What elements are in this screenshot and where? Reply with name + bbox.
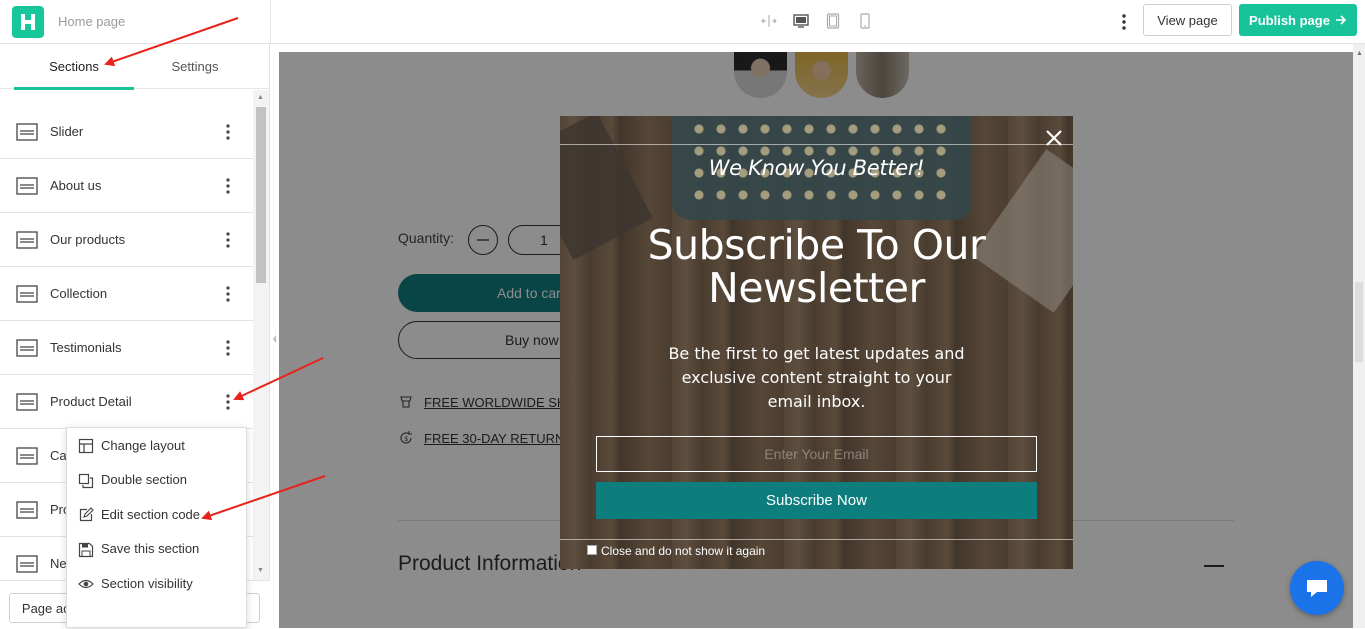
section-item-testimonials[interactable]: Testimonials <box>0 321 253 375</box>
section-label: Our products <box>50 232 126 247</box>
section-menu-icon[interactable] <box>220 337 236 359</box>
scroll-up-arrow[interactable]: ▲ <box>257 94 264 101</box>
save-icon <box>78 542 94 557</box>
section-icon <box>16 177 38 195</box>
section-item-our-products[interactable]: Our products <box>0 213 253 267</box>
menu-item-section-visibility[interactable]: Section visibility <box>67 566 246 601</box>
section-item-product-detail[interactable]: Product Detail <box>0 375 253 429</box>
publish-label: Publish page <box>1249 12 1330 28</box>
chat-icon <box>1307 580 1327 597</box>
scrollbar-thumb[interactable] <box>256 107 266 283</box>
canvas-scrollbar[interactable]: ▲ <box>1353 44 1365 628</box>
layout-icon <box>78 438 94 454</box>
resize-icon[interactable] <box>760 12 778 30</box>
section-menu-icon[interactable] <box>220 121 236 143</box>
view-page-button[interactable]: View page <box>1143 4 1232 36</box>
section-label: Slider <box>50 124 84 139</box>
dont-show-again-label[interactable]: Close and do not show it again <box>601 544 765 558</box>
section-icon <box>16 231 38 249</box>
section-icon <box>16 501 38 519</box>
eye-icon <box>78 579 94 589</box>
app-logo[interactable] <box>12 6 44 38</box>
tab-settings[interactable]: Settings <box>135 44 255 89</box>
section-item-about-us[interactable]: About us <box>0 159 253 213</box>
left-panel: Sections Settings ▲ ▼ Slider About us Ou… <box>0 44 270 628</box>
subscribe-button[interactable]: Subscribe Now <box>596 482 1037 519</box>
menu-item-label: Save this section <box>101 541 200 557</box>
more-options-icon[interactable] <box>1114 10 1134 34</box>
menu-item-edit-section-code[interactable]: Edit section code <box>67 497 246 532</box>
scroll-down-arrow[interactable]: ▼ <box>257 567 264 574</box>
menu-item-label: Double section <box>101 472 187 488</box>
section-menu-icon[interactable] <box>220 283 236 305</box>
section-icon <box>16 393 38 411</box>
section-label: Ne <box>50 556 67 571</box>
popup-description: Be the first to get latest updates and e… <box>668 344 965 411</box>
duplicate-icon <box>78 473 94 488</box>
section-menu-icon[interactable] <box>220 391 236 413</box>
menu-item-double-section[interactable]: Double section <box>67 463 246 498</box>
email-field[interactable] <box>596 436 1037 472</box>
section-icon <box>16 447 38 465</box>
menu-item-label: Change layout <box>101 437 185 453</box>
tab-sections[interactable]: Sections <box>14 44 134 90</box>
menu-item-label: Section visibility <box>101 575 193 591</box>
page-name[interactable]: Home page <box>58 14 125 29</box>
menu-item-change-layout[interactable]: Change layout <box>67 428 246 463</box>
tablet-icon[interactable] <box>824 12 842 30</box>
top-bar: Home page View page Publish page <box>0 0 1365 44</box>
scroll-up-arrow[interactable]: ▲ <box>1356 50 1363 57</box>
section-label: Product Detail <box>50 394 132 409</box>
desktop-icon[interactable] <box>792 12 810 30</box>
section-label: Testimonials <box>50 340 122 355</box>
logo-icon <box>21 14 35 30</box>
menu-item-save-section[interactable]: Save this section <box>67 532 246 567</box>
section-menu-icon[interactable] <box>220 229 236 251</box>
section-context-menu: Change layout Double section Edit sectio… <box>66 427 247 628</box>
section-menu-icon[interactable] <box>220 175 236 197</box>
section-label: Collection <box>50 286 108 301</box>
section-icon <box>16 123 38 141</box>
panel-collapse-toggle[interactable] <box>270 325 279 353</box>
section-icon <box>16 339 38 357</box>
arrow-right-icon <box>1335 15 1347 25</box>
popup-tagline: We Know You Better! <box>708 156 925 180</box>
divider <box>270 0 271 44</box>
newsletter-popup: We Know You Better! Subscribe To Our New… <box>560 116 1073 569</box>
section-icon <box>16 285 38 303</box>
divider <box>560 144 1073 145</box>
mobile-icon[interactable] <box>856 12 874 30</box>
edit-icon <box>79 507 94 522</box>
panel-tabs: Sections Settings <box>0 44 270 90</box>
scrollbar-thumb[interactable] <box>1355 282 1363 362</box>
section-item-collection[interactable]: Collection <box>0 267 253 321</box>
chat-button[interactable] <box>1290 561 1344 615</box>
publish-page-button[interactable]: Publish page <box>1239 4 1357 36</box>
section-icon <box>16 555 38 573</box>
section-item-slider[interactable]: Slider <box>0 105 253 159</box>
dont-show-again-checkbox[interactable] <box>587 545 597 555</box>
divider <box>560 539 1073 540</box>
device-switcher <box>760 12 874 30</box>
section-label: About us <box>50 178 102 193</box>
menu-item-label: Edit section code <box>101 506 201 522</box>
popup-title: Subscribe To Our Newsletter <box>647 221 986 312</box>
chevron-left-icon <box>273 335 276 343</box>
close-icon[interactable] <box>1044 128 1064 148</box>
